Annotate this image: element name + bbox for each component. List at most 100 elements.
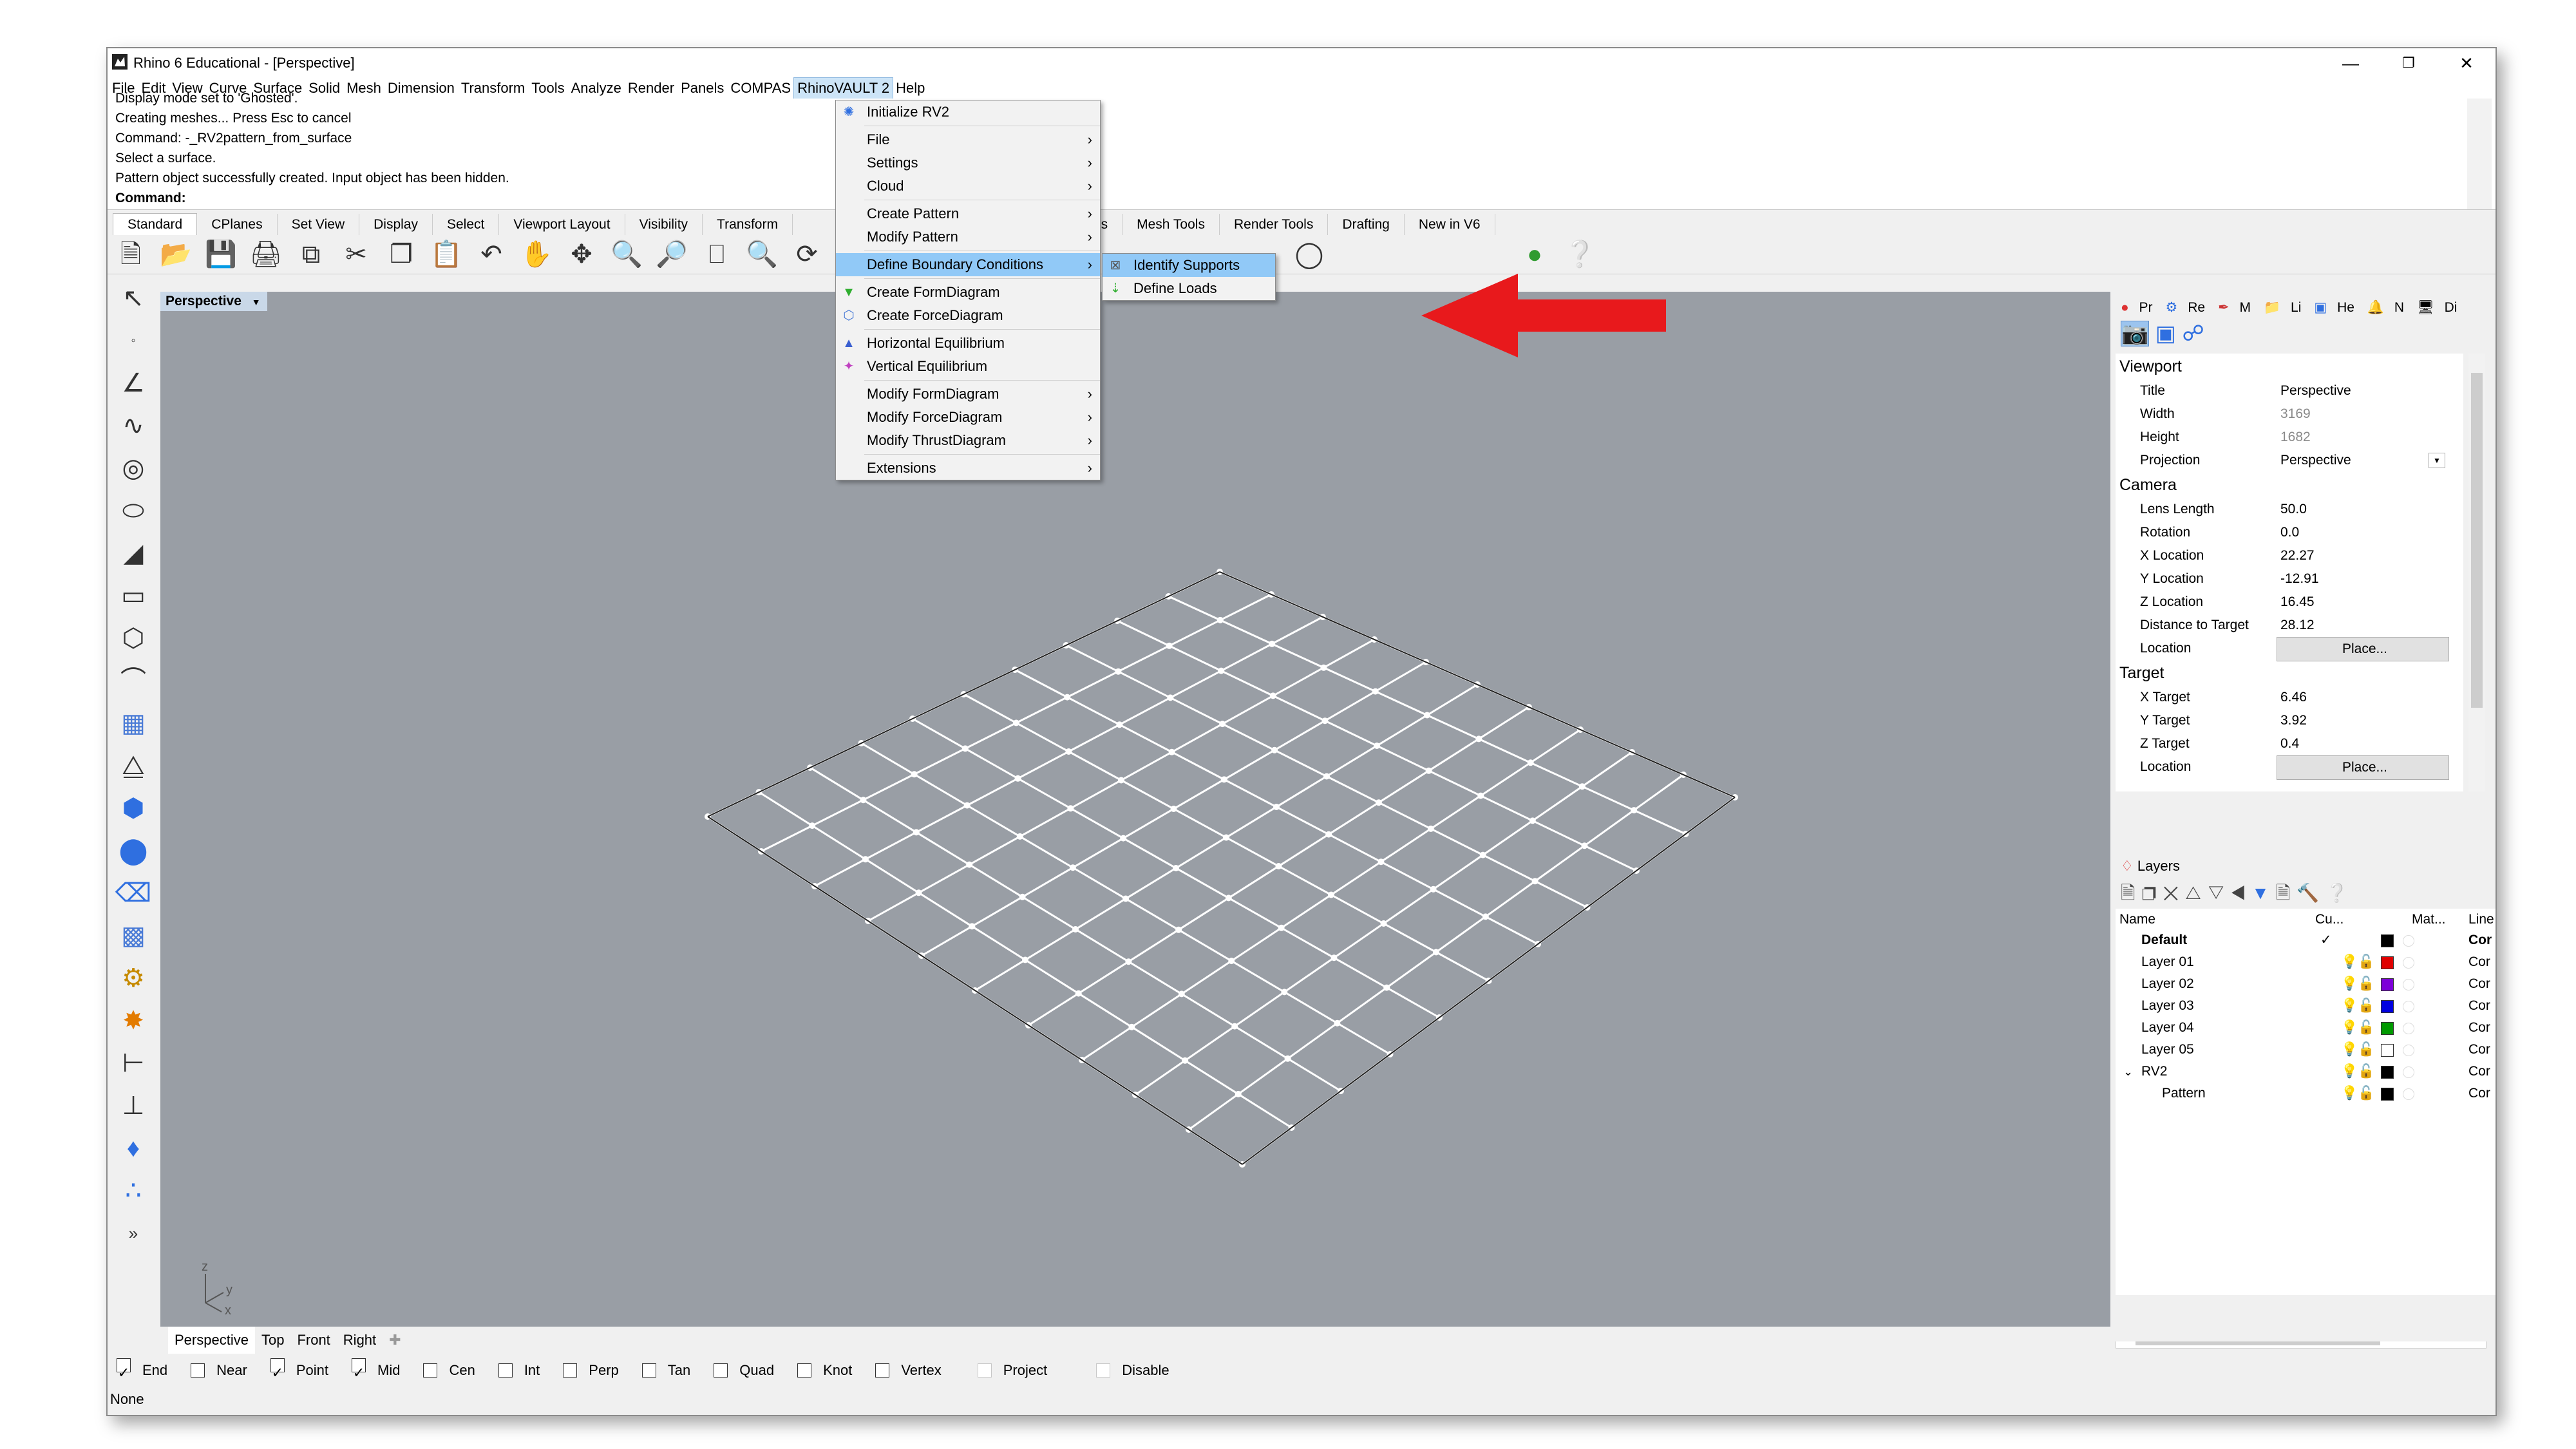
- viewport-title[interactable]: Perspective ▼: [160, 292, 267, 311]
- pattern-vertex[interactable]: [1529, 817, 1536, 824]
- layer-color-swatch[interactable]: [2381, 956, 2394, 969]
- link-icon[interactable]: ☍: [2182, 321, 2204, 346]
- rv2-menu-item[interactable]: Modify ThrustDiagram ›: [836, 429, 1100, 452]
- rv2-menu-item[interactable]: Cloud ›: [836, 175, 1100, 198]
- lock-icon[interactable]: 🔓: [2358, 1061, 2374, 1083]
- lock-icon[interactable]: 🔓: [2358, 1083, 2374, 1104]
- layer-row[interactable]: Layer 01 💡 🔓 Cor: [2116, 951, 2496, 973]
- pattern-vertex[interactable]: [1166, 642, 1173, 649]
- osnap-checkbox[interactable]: [191, 1363, 205, 1378]
- rotate-icon[interactable]: ⟳: [790, 239, 824, 270]
- osnap-checkbox[interactable]: [875, 1363, 890, 1378]
- restore-icon[interactable]: ❐: [2380, 51, 2438, 75]
- col-material[interactable]: Mat...: [2412, 909, 2446, 931]
- osnap-end[interactable]: ✓ End: [117, 1356, 179, 1385]
- box-icon[interactable]: ⬢: [113, 790, 154, 826]
- pattern-vertex[interactable]: [1217, 616, 1224, 623]
- light-bulb-icon[interactable]: 💡: [2341, 1083, 2358, 1104]
- pattern-vertex[interactable]: [1531, 878, 1539, 885]
- panel-tab-rendering[interactable]: ⚙ Re: [2166, 297, 2212, 319]
- green-sphere-icon[interactable]: ●: [1518, 239, 1551, 270]
- material-circle-icon[interactable]: [2403, 1045, 2414, 1056]
- pattern-vertex[interactable]: [915, 889, 922, 896]
- rv2-menu-item[interactable]: ▲ Horizontal Equilibrium: [836, 332, 1100, 355]
- pattern-vertex[interactable]: [1578, 783, 1586, 790]
- pattern-vertex[interactable]: [1228, 958, 1235, 965]
- panel-tab-materials[interactable]: ✒ M: [2218, 297, 2257, 319]
- pattern-vertex[interactable]: [1275, 863, 1282, 869]
- pattern-vertex[interactable]: [1120, 835, 1127, 842]
- undo-icon[interactable]: ↶: [475, 239, 508, 270]
- zoom-icon[interactable]: 🔍: [610, 239, 643, 270]
- pattern-vertex[interactable]: [1269, 692, 1276, 699]
- osnap-int[interactable]: Int: [498, 1356, 551, 1385]
- pattern-vertex[interactable]: [1278, 924, 1285, 931]
- pattern-vertex[interactable]: [860, 797, 867, 804]
- layer-linetype[interactable]: Cor: [2468, 1083, 2490, 1104]
- zoom-window-icon[interactable]: 🔎: [655, 239, 688, 270]
- pattern-vertex[interactable]: [1433, 949, 1439, 956]
- pattern-vertex[interactable]: [1225, 895, 1232, 902]
- expand-chevron-icon[interactable]: ⌄: [2123, 1061, 2133, 1083]
- ellipse-icon[interactable]: ⬭: [113, 493, 154, 529]
- pattern-vertex[interactable]: [1284, 1055, 1291, 1062]
- vp-tab-right[interactable]: Right: [337, 1327, 383, 1354]
- camera-icon[interactable]: 📷: [2121, 321, 2150, 346]
- osnap-checkbox[interactable]: [563, 1363, 578, 1378]
- pattern-vertex[interactable]: [1581, 842, 1588, 849]
- osnap-knot[interactable]: Knot: [797, 1356, 864, 1385]
- rv2-menu-item[interactable]: ⬡ Create ForceDiagram: [836, 304, 1100, 327]
- rv2-menu-item[interactable]: ✺ Initialize RV2: [836, 100, 1100, 124]
- command-scrollbar[interactable]: [2467, 99, 2492, 209]
- pattern-vertex[interactable]: [1220, 776, 1227, 783]
- property-value[interactable]: 28.12: [2277, 614, 2448, 637]
- property-value[interactable]: 22.27: [2277, 544, 2448, 567]
- tab-drafting[interactable]: Drafting: [1328, 214, 1405, 236]
- property-value[interactable]: 0.0: [2277, 521, 2448, 544]
- pattern-vertex[interactable]: [1269, 640, 1276, 647]
- add-viewport-icon[interactable]: ✚: [383, 1327, 407, 1354]
- pattern-vertex[interactable]: [969, 923, 976, 930]
- vp-tab-perspective[interactable]: Perspective: [168, 1327, 255, 1354]
- panel-tab-display[interactable]: 🖥 Di: [2417, 297, 2463, 319]
- tab-display[interactable]: Display: [359, 214, 433, 236]
- pattern-vertex[interactable]: [1122, 895, 1129, 902]
- pattern-vertex[interactable]: [1125, 958, 1132, 965]
- layer-row[interactable]: Layer 02 💡 🔓 Cor: [2116, 973, 2496, 995]
- fillet-icon[interactable]: ⌒: [113, 663, 154, 699]
- col-current[interactable]: Cu...: [2315, 909, 2344, 931]
- rv2-menu-item[interactable]: ✦ Vertical Equilibrium: [836, 355, 1100, 378]
- pattern-vertex[interactable]: [1170, 806, 1177, 812]
- pattern-vertex[interactable]: [1281, 989, 1288, 996]
- pattern-vertex[interactable]: [1424, 712, 1430, 719]
- vp-tab-front[interactable]: Front: [290, 1327, 336, 1354]
- rv2-menu-item[interactable]: ▼ Create FormDiagram: [836, 281, 1100, 304]
- layer-color-swatch[interactable]: [2381, 978, 2394, 991]
- pattern-vertex[interactable]: [1325, 831, 1332, 838]
- polyline-icon[interactable]: ∠: [113, 365, 154, 401]
- layer-linetype[interactable]: Cor: [2468, 951, 2490, 973]
- panel-tab-properties[interactable]: ● Pr: [2121, 297, 2159, 319]
- pattern-vertex[interactable]: [1372, 688, 1379, 695]
- command-prompt[interactable]: Command:: [108, 188, 2496, 208]
- osnap-checkbox[interactable]: ✓: [352, 1358, 366, 1381]
- pattern-vertex[interactable]: [1378, 858, 1385, 866]
- move-out-icon[interactable]: ◀: [2231, 883, 2251, 903]
- pattern-vertex[interactable]: [913, 829, 920, 836]
- move-up-icon[interactable]: △: [2185, 883, 2208, 903]
- rv2-menu-item[interactable]: Create Pattern ›: [836, 202, 1100, 225]
- pattern-vertex[interactable]: [1383, 984, 1390, 991]
- copy-icon[interactable]: ❐: [384, 239, 418, 270]
- pattern-vertex[interactable]: [1168, 748, 1175, 755]
- tab-cplanes[interactable]: CPlanes: [197, 214, 278, 236]
- pattern-vertex[interactable]: [1527, 759, 1534, 766]
- layer-row[interactable]: Layer 03 💡 🔓 Cor: [2116, 995, 2496, 1017]
- rv2-menu-item[interactable]: Extensions ›: [836, 457, 1100, 480]
- osnap-checkbox[interactable]: [1096, 1363, 1111, 1378]
- osnap-disable[interactable]: Disable: [1096, 1356, 1180, 1385]
- material-circle-icon[interactable]: [2403, 957, 2414, 969]
- property-value[interactable]: Perspective: [2277, 379, 2448, 402]
- place-button[interactable]: Place...: [2277, 637, 2449, 661]
- pattern-boundary-edge[interactable]: [1242, 797, 1736, 1165]
- light-bulb-icon[interactable]: 💡: [2341, 1017, 2358, 1039]
